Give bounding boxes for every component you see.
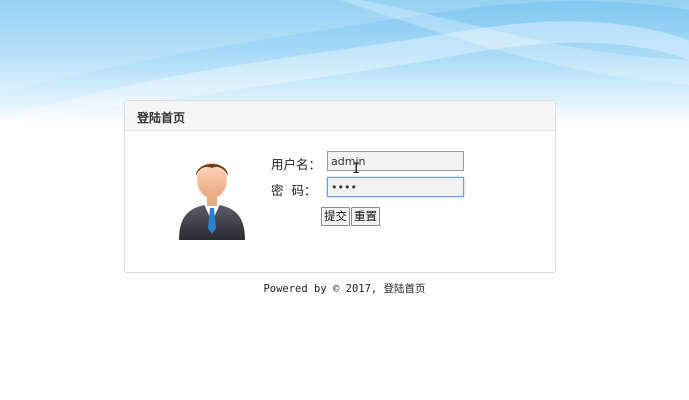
password-input[interactable] <box>327 177 464 197</box>
text-cursor-icon: I <box>352 161 361 177</box>
username-label: 用户名： <box>271 157 322 172</box>
form-buttons: 提交 重置 <box>321 205 381 226</box>
login-panel: 登陆首页 用户名： 密 码： 提交重置 <box>124 100 556 273</box>
password-label: 密 码： <box>271 183 317 198</box>
user-avatar-icon <box>179 162 245 240</box>
footer-text: Powered by © 2017, 登陆首页 <box>263 283 426 295</box>
submit-button[interactable]: 提交 <box>321 206 350 226</box>
username-input[interactable] <box>327 151 464 171</box>
reset-button[interactable]: 重置 <box>351 206 380 226</box>
panel-title: 登陆首页 <box>125 101 555 131</box>
